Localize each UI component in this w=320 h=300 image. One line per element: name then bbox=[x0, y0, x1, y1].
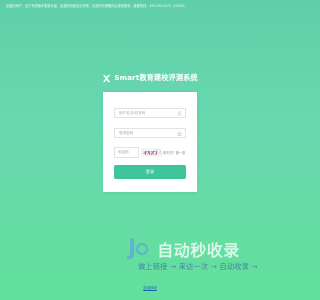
watermark-subtitle: 做上链接 → 来访一次 → 自动收录 → bbox=[138, 262, 258, 271]
lock-icon bbox=[177, 131, 182, 136]
username-field[interactable]: 用户名/手机号码 bbox=[114, 108, 186, 118]
page-title: Smart教育建校评测系统 bbox=[114, 73, 198, 82]
password-placeholder: 登录密码 bbox=[119, 130, 134, 135]
captcha-image[interactable]: 4XZ1 bbox=[141, 148, 162, 157]
x-logo-icon bbox=[103, 74, 111, 82]
watermark-ring-icon bbox=[135, 242, 149, 256]
captcha-row: 验证码 4XZ1 看不清？换一张 bbox=[114, 147, 186, 158]
captcha-input[interactable]: 验证码 bbox=[114, 147, 139, 158]
captcha-code: 4XZ1 bbox=[144, 151, 159, 157]
watermark: J 自动秒收录 做上链接 → 来访一次 → 自动收录 → bbox=[128, 237, 278, 279]
brand-header: Smart教育建校评测系统 bbox=[0, 73, 300, 83]
watermark-title: 自动秒收录 bbox=[157, 241, 240, 260]
footer-link[interactable]: 自动秒收 bbox=[0, 285, 300, 290]
login-card: 用户名/手机号码 登录密码 验证码 4XZ1 看不清？换一张 登录 bbox=[103, 92, 197, 192]
captcha-refresh-link[interactable]: 看不清？换一张 bbox=[163, 150, 185, 155]
login-button[interactable]: 登录 bbox=[114, 165, 186, 179]
username-placeholder: 用户名/手机号码 bbox=[119, 110, 146, 115]
password-field[interactable]: 登录密码 bbox=[114, 128, 186, 138]
user-icon bbox=[177, 111, 182, 116]
notice-banner: 亲爱的用户，由于系统版本更新升级，如遇到页面显示异常，请及时清理缓存后重新登录，… bbox=[6, 4, 188, 8]
captcha-placeholder: 验证码 bbox=[118, 150, 129, 154]
